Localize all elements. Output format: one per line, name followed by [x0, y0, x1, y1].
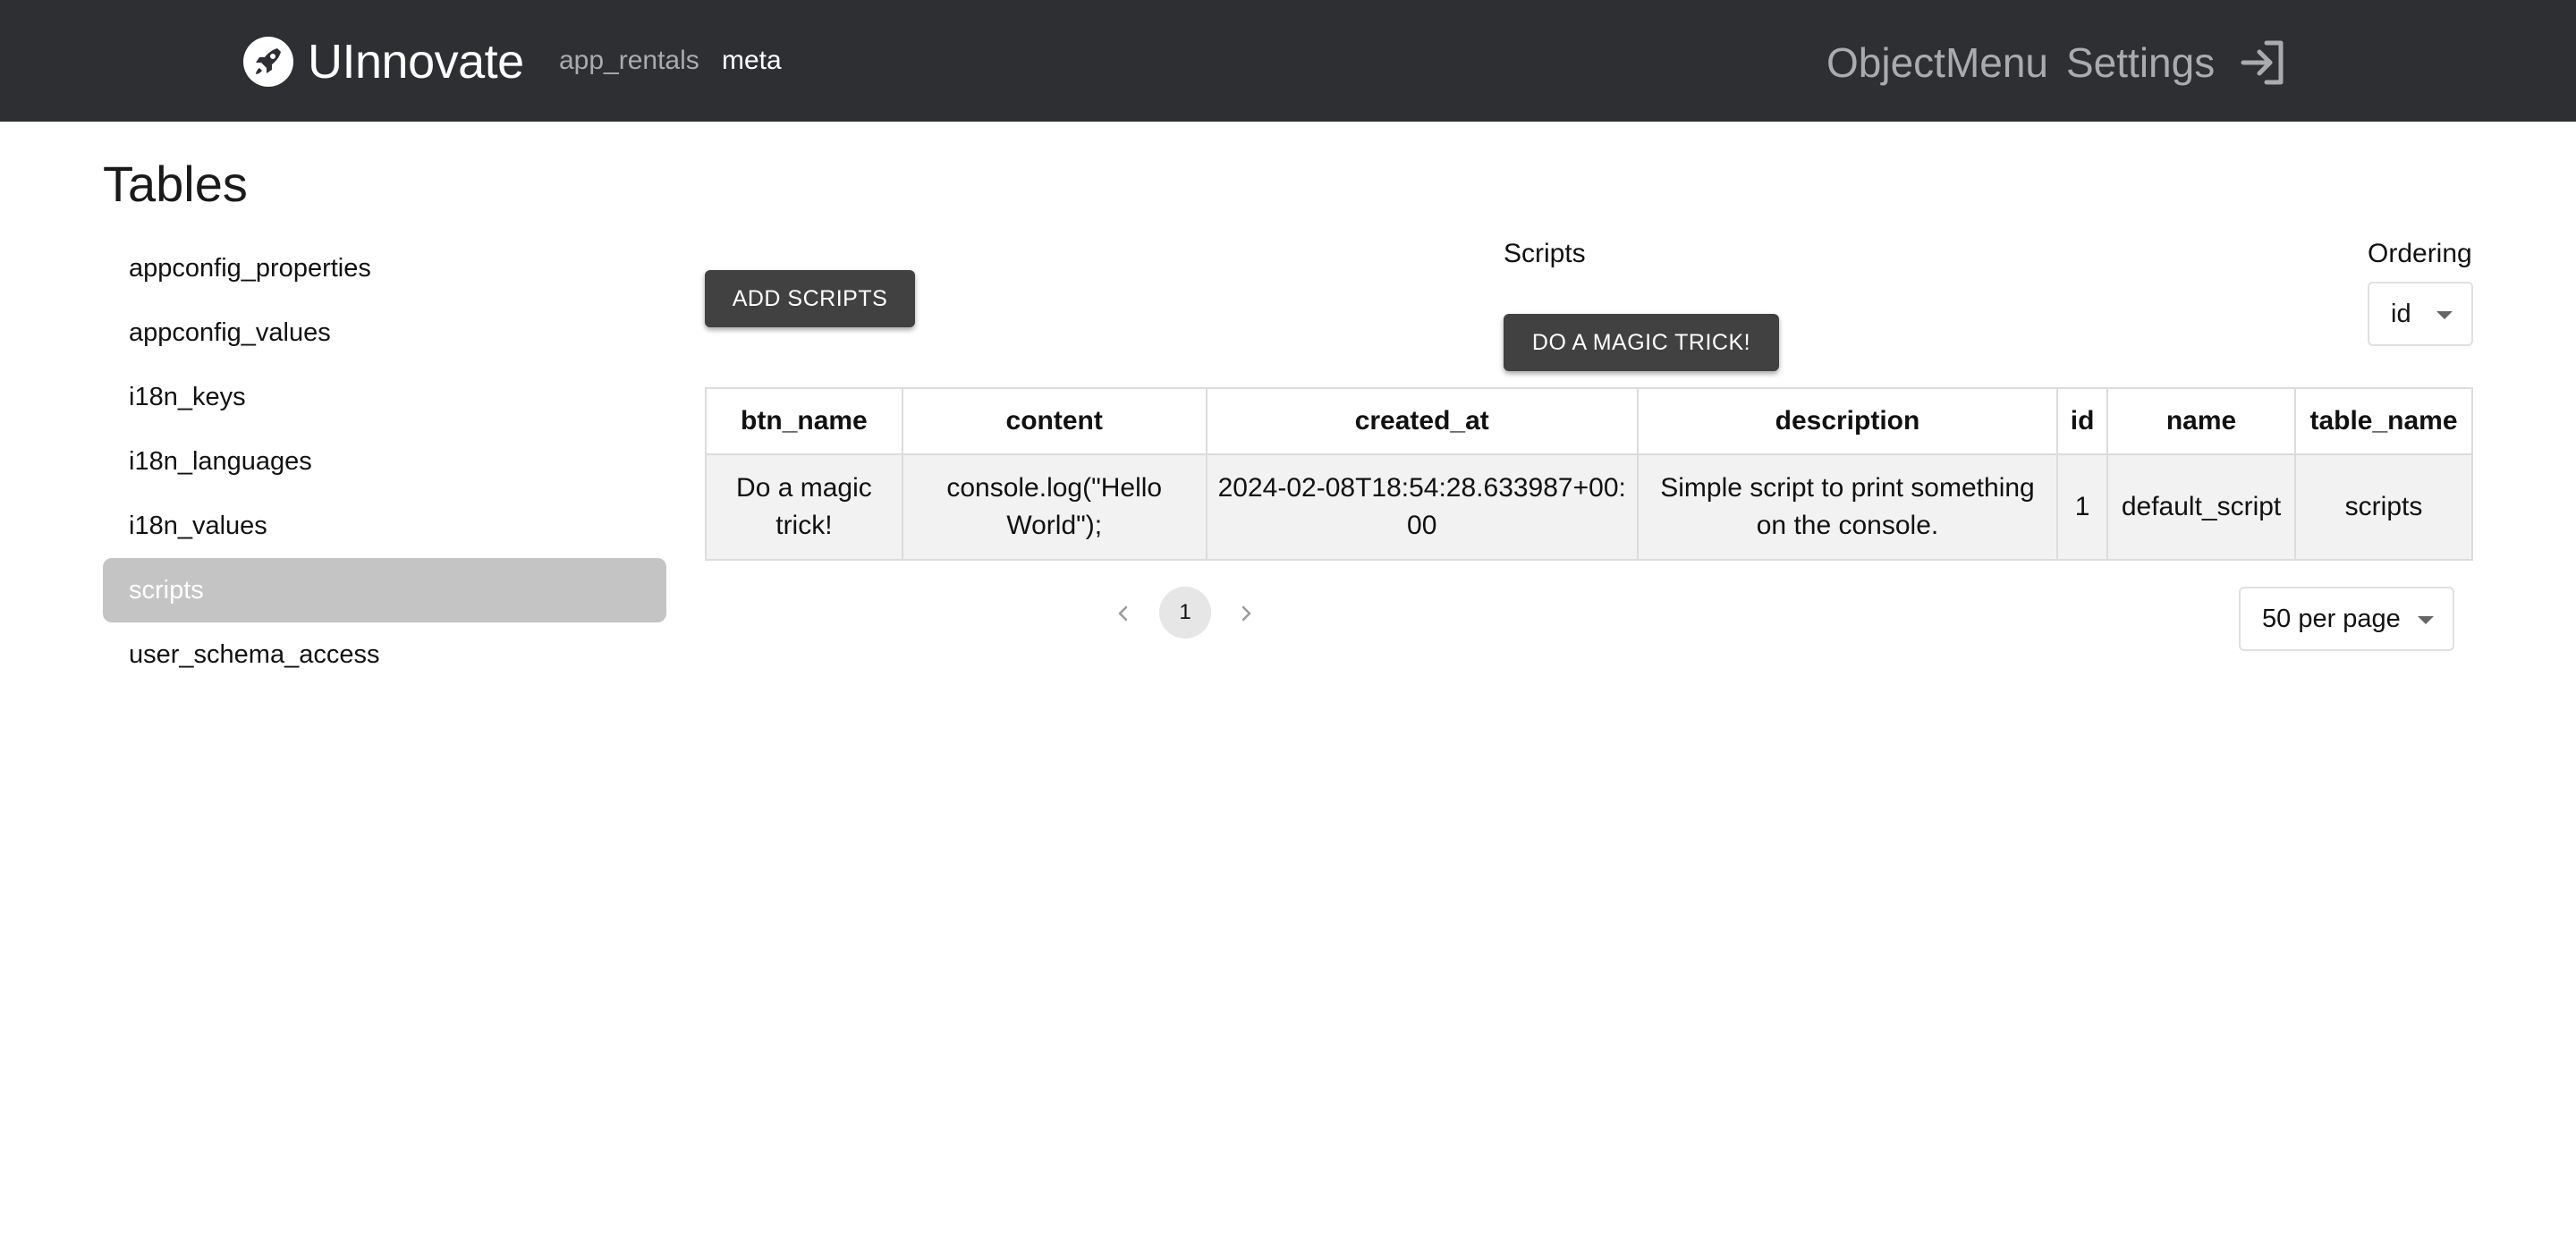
logout-icon[interactable]: [2236, 36, 2290, 89]
caret-down-icon: [2436, 311, 2453, 319]
sidebar-item-user-schema-access[interactable]: user_schema_access: [103, 622, 666, 687]
top-bar: UInnovate app_rentals meta ObjectMenu Se…: [0, 0, 2576, 122]
page-number-button[interactable]: 1: [1159, 587, 1211, 639]
cell-created-at: 2024-02-08T18:54:28.633987+00:00: [1205, 453, 1639, 561]
per-page-value: 50 per page: [2262, 604, 2401, 633]
sidebar-item-appconfig-values[interactable]: appconfig_values: [103, 300, 666, 365]
brand-name: UInnovate: [308, 35, 524, 89]
column-header-name[interactable]: name: [2106, 387, 2297, 455]
data-table: btn_name content created_at description …: [705, 387, 2473, 561]
column-header-table-name[interactable]: table_name: [2294, 387, 2473, 455]
table-row[interactable]: Do a magic trick! console.log("Hello Wor…: [705, 453, 2473, 561]
column-header-description[interactable]: description: [1636, 387, 2059, 455]
settings-link[interactable]: Settings: [2066, 38, 2215, 88]
ordering-label: Ordering: [2368, 239, 2472, 268]
scripts-label: Scripts: [1504, 239, 1586, 268]
sidebar-item-i18n-languages[interactable]: i18n_languages: [103, 429, 666, 494]
rocket-logo-icon: [243, 37, 293, 87]
do-magic-trick-button[interactable]: DO A MAGIC TRICK!: [1504, 314, 1779, 371]
ordering-select[interactable]: id: [2368, 282, 2473, 346]
cell-table-name: scripts: [2294, 453, 2473, 561]
caret-down-icon: [2418, 616, 2434, 624]
chevron-right-icon[interactable]: [1228, 596, 1264, 631]
object-menu-link[interactable]: ObjectMenu: [1826, 38, 2048, 88]
schema-link-meta[interactable]: meta: [722, 43, 782, 79]
ordering-value: id: [2391, 299, 2411, 328]
brand[interactable]: UInnovate: [243, 35, 524, 89]
column-header-created-at[interactable]: created_at: [1205, 387, 1639, 455]
sidebar-item-i18n-keys[interactable]: i18n_keys: [103, 365, 666, 429]
cell-description: Simple script to print something on the …: [1636, 453, 2059, 561]
sidebar-item-appconfig-properties[interactable]: appconfig_properties: [103, 236, 666, 300]
per-page-select[interactable]: 50 per page: [2239, 587, 2454, 651]
cell-name: default_script: [2106, 453, 2297, 561]
table-header-row: btn_name content created_at description …: [705, 387, 2473, 455]
tables-title: Tables: [103, 156, 248, 212]
cell-id: 1: [2056, 453, 2109, 561]
schema-link-app-rentals[interactable]: app_rentals: [559, 43, 699, 79]
column-header-content[interactable]: content: [901, 387, 1208, 455]
table-list: appconfig_properties appconfig_values i1…: [103, 236, 666, 687]
add-scripts-button[interactable]: ADD SCRIPTS: [705, 270, 915, 327]
sidebar-item-i18n-values[interactable]: i18n_values: [103, 494, 666, 558]
column-header-id[interactable]: id: [2056, 387, 2109, 455]
column-header-btn-name[interactable]: btn_name: [705, 387, 903, 455]
chevron-left-icon[interactable]: [1106, 596, 1141, 631]
cell-btn-name: Do a magic trick!: [705, 453, 903, 561]
cell-content: console.log("Hello World");: [901, 453, 1208, 561]
sidebar-item-scripts[interactable]: scripts: [103, 558, 666, 622]
